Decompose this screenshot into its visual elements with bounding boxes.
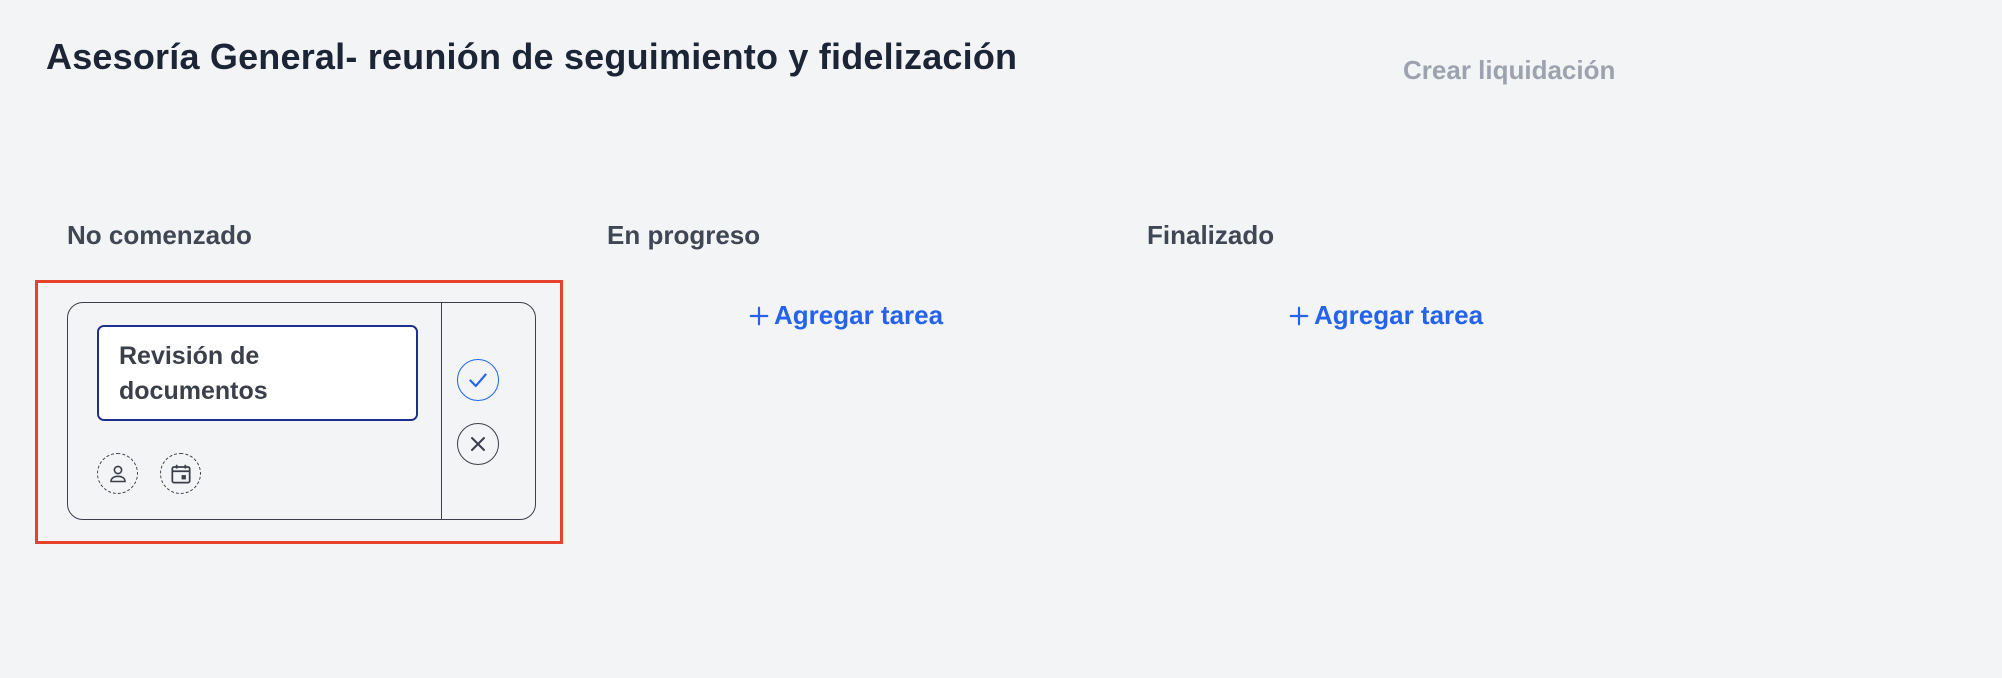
add-task-label: Agregar tarea: [1314, 300, 1484, 330]
add-task-label: Agregar tarea: [774, 300, 944, 330]
due-date-button[interactable]: [160, 453, 201, 494]
confirm-button[interactable]: [457, 359, 499, 401]
column-header-not-started: No comenzado: [67, 220, 252, 250]
user-icon: [109, 465, 126, 482]
plus-icon: [1289, 306, 1309, 325]
task-editor-main: Revisión de documentos: [68, 303, 442, 519]
column-header-finished: Finalizado: [1147, 220, 1275, 250]
close-icon: [471, 437, 485, 451]
check-icon: [469, 373, 487, 388]
plus-icon: [749, 306, 769, 325]
page-title: Asesoría General- reunión de seguimiento…: [46, 36, 1018, 77]
column-header-in-progress: En progreso: [607, 220, 761, 250]
add-task-button-finished[interactable]: Agregar tarea: [1288, 300, 1483, 331]
task-name-input[interactable]: Revisión de documentos: [97, 325, 418, 421]
calendar-icon: [170, 464, 191, 484]
task-editor-card: Revisión de documentos: [67, 302, 536, 520]
assign-user-button[interactable]: [97, 453, 138, 494]
task-editor-actions: [442, 303, 535, 519]
add-task-button-in-progress[interactable]: Agregar tarea: [748, 300, 943, 331]
create-settlement-button[interactable]: Crear liquidación: [1403, 55, 1615, 86]
cancel-button[interactable]: [457, 423, 499, 465]
